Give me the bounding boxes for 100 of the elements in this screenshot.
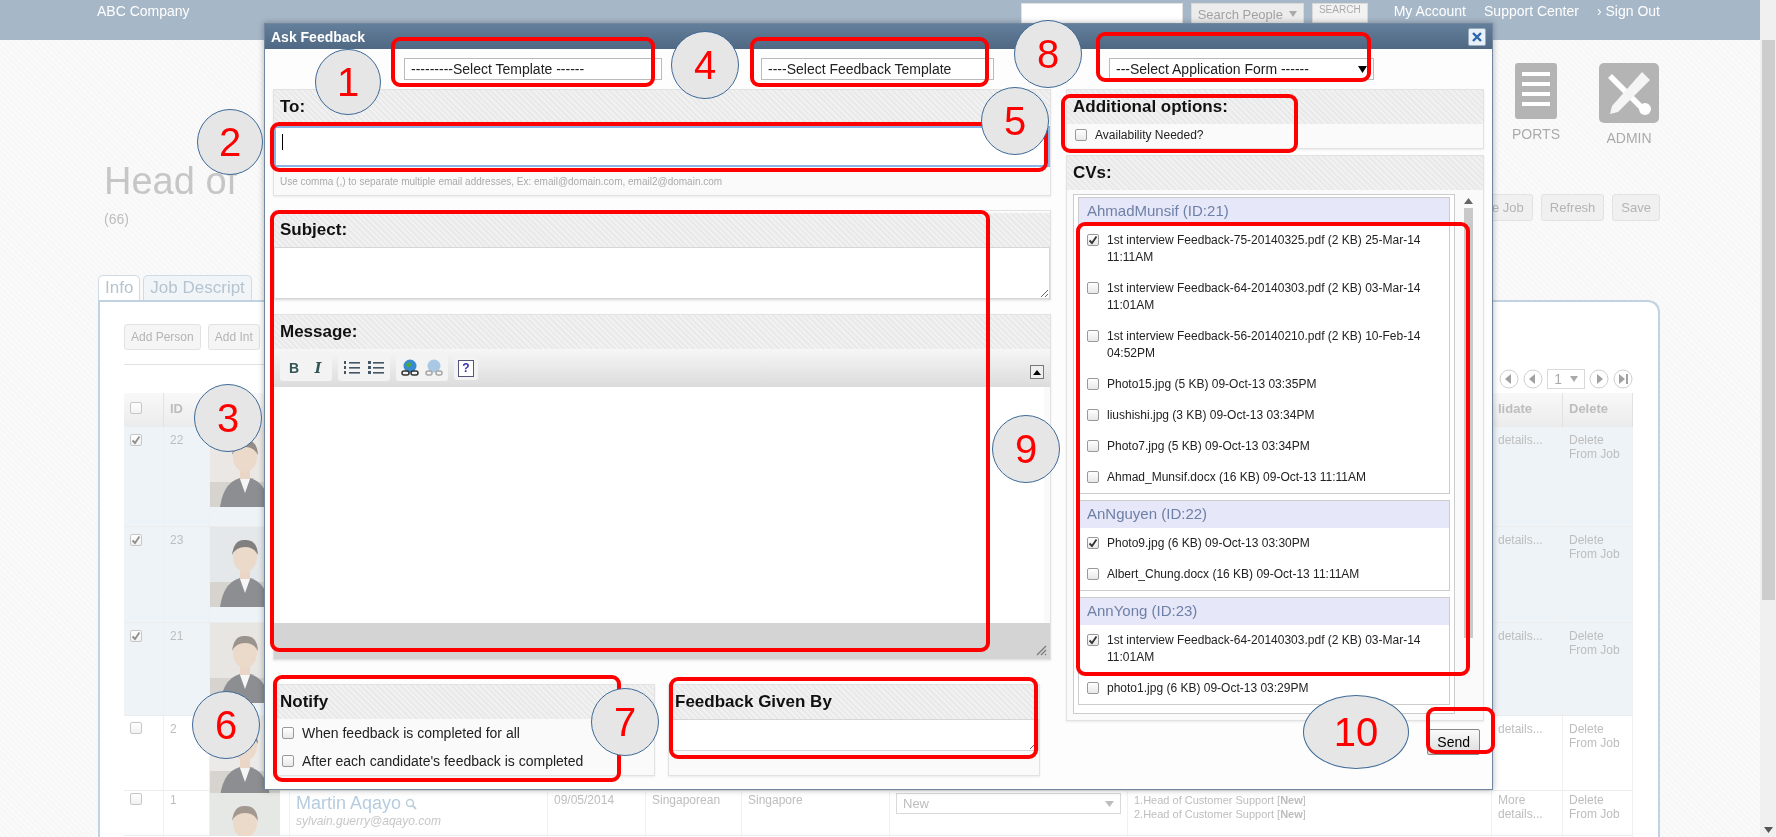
details-link[interactable]: details... xyxy=(1498,533,1556,547)
checkbox-label: Availability Needed? xyxy=(1095,128,1204,142)
checkbox[interactable] xyxy=(282,727,294,739)
job-entry: 2.Head of Customer Support [New] xyxy=(1134,807,1307,821)
document-icon[interactable] xyxy=(1514,62,1558,120)
close-icon[interactable] xyxy=(1472,31,1482,42)
file-label: Albert_Chung.docx (16 KB) 09-Oct-13 11:11AM xyxy=(1107,566,1360,583)
table-cell: 21 xyxy=(170,629,184,643)
highlight-frame xyxy=(1426,707,1495,754)
table-cell: Singaporean xyxy=(652,793,721,807)
section-header: Subject: xyxy=(274,213,1050,247)
toolbar-button[interactable]: Add Person xyxy=(124,324,201,350)
checkbox[interactable] xyxy=(1087,234,1099,246)
job-entry: 1.Head of Customer Support [New] xyxy=(1134,793,1307,807)
tools-icon[interactable] xyxy=(1598,62,1660,124)
scroll-up-icon[interactable] xyxy=(1463,198,1473,204)
file-label: Photo7.jpg (5 KB) 09-Oct-13 03:34PM xyxy=(1107,438,1310,455)
delete-link[interactable]: Delete From Job xyxy=(1569,722,1626,750)
checkbox[interactable] xyxy=(282,755,294,767)
delete-link[interactable]: Delete From Job xyxy=(1569,629,1626,657)
caret-icon xyxy=(1288,11,1297,17)
table-cell: 23 xyxy=(170,533,184,547)
first-page-icon[interactable] xyxy=(1499,369,1520,389)
candidate-email: sylvain.guerry@aqayo.com xyxy=(296,814,442,828)
number-marker: 3 xyxy=(194,384,262,452)
column-header: lidate xyxy=(1498,401,1532,416)
scroll-down-icon[interactable] xyxy=(1763,827,1773,833)
header-link[interactable]: Support Center xyxy=(1484,3,1579,19)
checkbox[interactable] xyxy=(1087,330,1099,342)
italic-button[interactable]: I xyxy=(308,358,328,378)
file-label: Photo15.jpg (5 KB) 09-Oct-13 03:35PM xyxy=(1107,376,1317,393)
triangle-up-icon xyxy=(1033,369,1041,375)
candidate-header: AnnYong (ID:23) xyxy=(1079,598,1449,625)
column-header: ID xyxy=(170,401,183,416)
caret-icon xyxy=(1105,800,1114,807)
candidate-header: AnNguyen (ID:22) xyxy=(1079,501,1449,528)
details-link[interactable]: details... xyxy=(1498,629,1556,643)
scrollbar[interactable] xyxy=(1760,0,1776,837)
header-link[interactable]: › Sign Out xyxy=(1596,3,1660,19)
table-cell: Singapore xyxy=(748,793,803,807)
search-icon[interactable] xyxy=(405,797,418,810)
checkbox[interactable] xyxy=(130,630,142,642)
field-hint: Use comma (,) to separate multiple email addresses, Ex: email@domain.com, email2@domain.com xyxy=(279,175,724,189)
status-dropdown[interactable]: New xyxy=(896,793,1121,814)
globe-link-icon[interactable] xyxy=(400,358,420,378)
file-label: 1st interview Feedback-64-20140303.pdf (2 KB) 03-Mar-14 11:01AM xyxy=(1107,632,1422,666)
toolbar-button[interactable]: Add Int xyxy=(207,324,260,350)
toggle-button[interactable] xyxy=(1030,365,1044,379)
subject-field[interactable] xyxy=(274,247,1050,299)
file-label: 1st interview Feedback-56-20140210.pdf (2 KB) 10-Feb-14 04:52PM xyxy=(1107,328,1422,362)
template-dropdown[interactable]: ---------Select Template ------ xyxy=(404,58,662,80)
previous-page-icon[interactable] xyxy=(1523,369,1544,389)
checkbox[interactable] xyxy=(1087,471,1099,483)
details-link[interactable]: More details... xyxy=(1498,793,1556,821)
tab[interactable]: Job Descript xyxy=(143,275,252,300)
checkbox[interactable] xyxy=(130,434,142,446)
tab[interactable]: Info xyxy=(98,275,141,300)
table-cell: 09/05/2014 xyxy=(554,793,615,807)
nav-label[interactable]: PORTS xyxy=(1512,126,1560,142)
candidate-count: (66) xyxy=(104,211,129,227)
checkbox[interactable] xyxy=(1087,440,1099,452)
nav-label[interactable]: ADMIN xyxy=(1606,130,1652,146)
delete-link[interactable]: Delete From Job xyxy=(1569,793,1626,821)
last-page-icon[interactable] xyxy=(1613,369,1633,389)
checkbox[interactable] xyxy=(1087,634,1099,646)
help-button[interactable]: ? xyxy=(458,359,474,377)
bold-button[interactable]: B xyxy=(284,358,304,378)
template-dropdown[interactable]: ---Select Application Form ------ xyxy=(1109,58,1374,80)
dialog-title: Ask Feedback xyxy=(271,28,366,45)
search-button[interactable]: SEARCH xyxy=(1311,3,1368,23)
checkbox[interactable] xyxy=(1087,568,1099,580)
checkbox-label: After each candidate's feedback is completed xyxy=(302,753,584,769)
file-label: Photo9.jpg (6 KB) 09-Oct-13 03:30PM xyxy=(1107,535,1310,552)
delete-link[interactable]: Delete From Job xyxy=(1569,533,1626,561)
checkbox[interactable] xyxy=(1087,682,1099,694)
action-button[interactable]: Refresh xyxy=(1540,194,1605,221)
file-label: 1st interview Feedback-64-20140303.pdf (2 KB) 03-Mar-14 11:01AM xyxy=(1107,280,1422,314)
section-header: Message: xyxy=(274,315,1050,349)
checkbox[interactable] xyxy=(1075,129,1087,141)
checkbox[interactable] xyxy=(1087,537,1099,549)
file-label: liushishi.jpg (3 KB) 09-Oct-13 03:34PM xyxy=(1107,407,1315,424)
action-button[interactable]: Save xyxy=(1612,194,1660,221)
checkbox[interactable] xyxy=(1087,378,1099,390)
checkbox[interactable] xyxy=(1087,409,1099,421)
header-link[interactable]: My Account xyxy=(1393,3,1466,19)
resize-grip-icon[interactable] xyxy=(1035,644,1047,656)
file-label: Ahmad_Munsif.docx (16 KB) 09-Oct-13 11:11AM xyxy=(1107,469,1366,486)
details-link[interactable]: details... xyxy=(1498,722,1556,736)
checkbox[interactable] xyxy=(1087,282,1099,294)
close-button[interactable] xyxy=(1468,27,1486,46)
next-page-icon[interactable] xyxy=(1589,369,1609,389)
caret-icon xyxy=(1570,376,1578,382)
page-dropdown[interactable]: 1 xyxy=(1547,369,1585,389)
candidate-name[interactable]: Martin Aqayo xyxy=(296,793,402,814)
details-link[interactable]: details... xyxy=(1498,433,1556,447)
template-dropdown[interactable]: ----Select Feedback Template xyxy=(761,58,994,80)
checkbox[interactable] xyxy=(130,534,142,546)
delete-link[interactable]: Delete From Job xyxy=(1569,433,1626,461)
table-cell: 1 xyxy=(170,793,177,807)
table-row[interactable]: 1 Martin Aqayo sylvain.guerry@aqayo.com 09/05/2014 Singaporean Singapore New 1.Head of Customer Support [New] 2.Head of Customer Support [New] More details... Delete From Job xyxy=(124,791,1633,836)
